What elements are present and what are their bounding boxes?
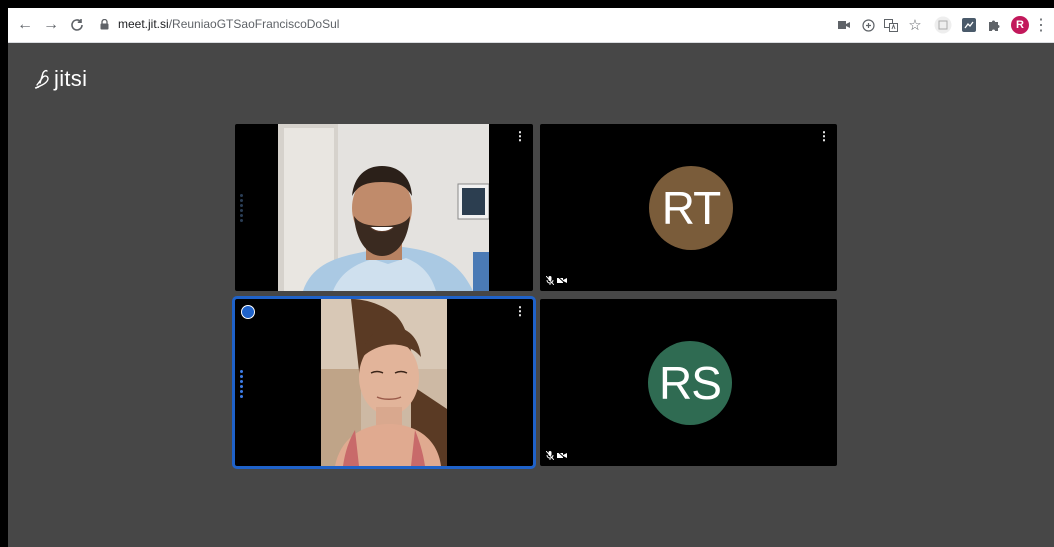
connection-indicator (240, 194, 243, 222)
translate-icon[interactable] (881, 15, 901, 35)
camera-muted-icon (557, 276, 567, 285)
browser-toolbar: ← → meet.jit.si/ReuniaoGTSaoFranciscoDoS… (8, 8, 1054, 43)
extension-icon[interactable] (933, 15, 953, 35)
zoom-icon[interactable] (858, 15, 878, 35)
mic-muted-icon (546, 276, 554, 285)
forward-icon[interactable]: → (40, 14, 62, 36)
back-icon[interactable]: ← (14, 14, 36, 36)
camera-muted-icon (557, 451, 567, 460)
participant-avatar: RT (649, 166, 733, 250)
jitsi-logo-text: jitsi (54, 66, 88, 91)
participant-tile[interactable]: ⋮ (235, 124, 533, 291)
participant-video (278, 124, 489, 291)
extension-icon[interactable] (959, 15, 979, 35)
menu-icon[interactable]: ⋮ (1033, 15, 1049, 35)
url-path: /ReuniaoGTSaoFranciscoDoSul (168, 17, 340, 31)
address-bar[interactable]: meet.jit.si/ReuniaoGTSaoFranciscoDoSul (118, 17, 339, 31)
reload-icon[interactable] (66, 14, 88, 36)
mic-muted-icon (546, 451, 554, 460)
connection-indicator (240, 370, 243, 398)
profile-avatar[interactable]: R (1011, 16, 1029, 34)
tile-menu-icon[interactable]: ⋮ (514, 305, 526, 317)
participant-tile[interactable]: RT ⋮ (540, 124, 837, 291)
participant-tile[interactable]: RS (540, 299, 837, 466)
camera-icon[interactable] (834, 15, 854, 35)
participant-video (321, 299, 447, 466)
participant-tile-active[interactable]: ⋮ (232, 296, 536, 469)
muted-indicators (546, 451, 567, 460)
dominant-speaker-icon (241, 305, 255, 319)
tile-menu-icon[interactable]: ⋮ (514, 130, 526, 142)
tile-menu-icon[interactable]: ⋮ (818, 130, 830, 142)
star-icon[interactable]: ☆ (905, 15, 925, 35)
jitsi-logo[interactable]: jitsi (33, 66, 87, 92)
url-host: meet.jit.si (118, 17, 169, 31)
browser-window: ← → meet.jit.si/ReuniaoGTSaoFranciscoDoS… (8, 8, 1054, 547)
lock-icon[interactable] (100, 19, 109, 30)
muted-indicators (546, 276, 567, 285)
jitsi-logo-icon (34, 69, 49, 89)
participant-avatar: RS (648, 341, 732, 425)
puzzle-icon[interactable] (984, 15, 1004, 35)
